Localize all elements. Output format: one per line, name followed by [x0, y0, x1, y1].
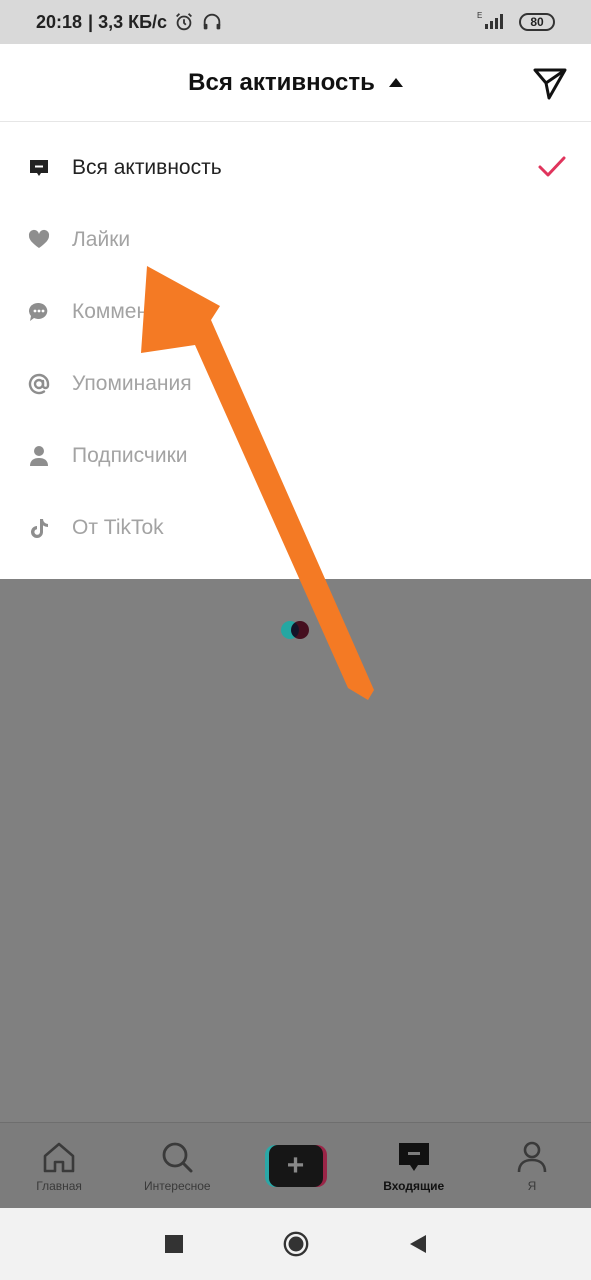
status-left: 20:18 | 3,3 КБ/с: [36, 11, 223, 33]
nav-label: Я: [527, 1178, 537, 1193]
back-button[interactable]: [357, 1208, 479, 1280]
status-bar: 20:18 | 3,3 КБ/с E 80: [0, 0, 591, 44]
nav-inbox[interactable]: Входящие: [355, 1123, 473, 1208]
send-icon: [533, 68, 567, 100]
system-navigation-bar: [0, 1208, 591, 1280]
activity-filter-menu: Вся активность Лайки Комментарии Упомина…: [0, 122, 591, 579]
status-right: E 80: [475, 10, 555, 35]
menu-item-likes[interactable]: Лайки: [0, 204, 591, 276]
menu-item-comments[interactable]: Комментарии: [0, 276, 591, 348]
menu-item-label: Лайки: [72, 228, 131, 251]
search-icon: [162, 1142, 193, 1172]
menu-item-label: Упоминания: [72, 372, 192, 395]
at-icon: [28, 373, 50, 395]
nav-discover[interactable]: Интересное: [118, 1123, 236, 1208]
status-time: 20:18: [36, 11, 83, 32]
nav-home[interactable]: Главная: [0, 1123, 118, 1208]
person-icon: [28, 445, 50, 467]
home-system-button[interactable]: [235, 1208, 357, 1280]
create-icon: +: [264, 1144, 327, 1187]
status-network-speed: | 3,3 КБ/с: [88, 11, 168, 32]
menu-item-label: От TikTok: [72, 516, 164, 539]
message-square-icon: [28, 157, 50, 179]
menu-item-all-activity[interactable]: Вся активность: [0, 132, 591, 204]
nav-create[interactable]: +: [236, 1123, 354, 1208]
comment-icon: [28, 301, 50, 323]
menu-item-label: Вся активность: [72, 156, 222, 179]
battery-indicator: 80: [519, 13, 555, 31]
menu-item-label: Подписчики: [72, 444, 188, 467]
signal-icon: E: [475, 10, 509, 35]
header: Вся активность: [0, 44, 591, 122]
square-icon: [164, 1235, 183, 1253]
recents-button[interactable]: [113, 1208, 235, 1280]
direct-messages-button[interactable]: [531, 64, 569, 102]
headphones-icon: [201, 11, 223, 33]
activity-filter-dropdown[interactable]: Вся активность: [188, 69, 403, 97]
loader-dot-red: [291, 621, 309, 639]
tiktok-icon: [28, 517, 50, 539]
menu-item-from-tiktok[interactable]: От TikTok: [0, 492, 591, 564]
home-icon: [43, 1142, 75, 1172]
caret-up-icon: [388, 78, 403, 87]
heart-icon: [28, 229, 50, 251]
menu-item-followers[interactable]: Подписчики: [0, 420, 591, 492]
nav-label: Входящие: [383, 1178, 445, 1193]
profile-icon: [517, 1141, 547, 1172]
nav-label: Интересное: [144, 1178, 211, 1193]
nav-profile[interactable]: Я: [473, 1123, 591, 1208]
back-triangle-icon: [409, 1235, 426, 1253]
check-icon: [538, 156, 566, 177]
dim-overlay[interactable]: [0, 579, 591, 1122]
menu-item-label: Комментарии: [72, 300, 205, 323]
loading-indicator: [281, 621, 311, 639]
menu-item-mentions[interactable]: Упоминания: [0, 348, 591, 420]
nav-label: Главная: [36, 1178, 82, 1193]
page-title: Вся активность: [188, 68, 375, 96]
circle-icon: [283, 1231, 308, 1257]
signal-label: E: [477, 11, 482, 20]
bottom-navigation: Главная Интересное + Входящие Я: [0, 1122, 591, 1208]
alarm-icon: [173, 11, 195, 33]
inbox-icon: [398, 1142, 429, 1171]
